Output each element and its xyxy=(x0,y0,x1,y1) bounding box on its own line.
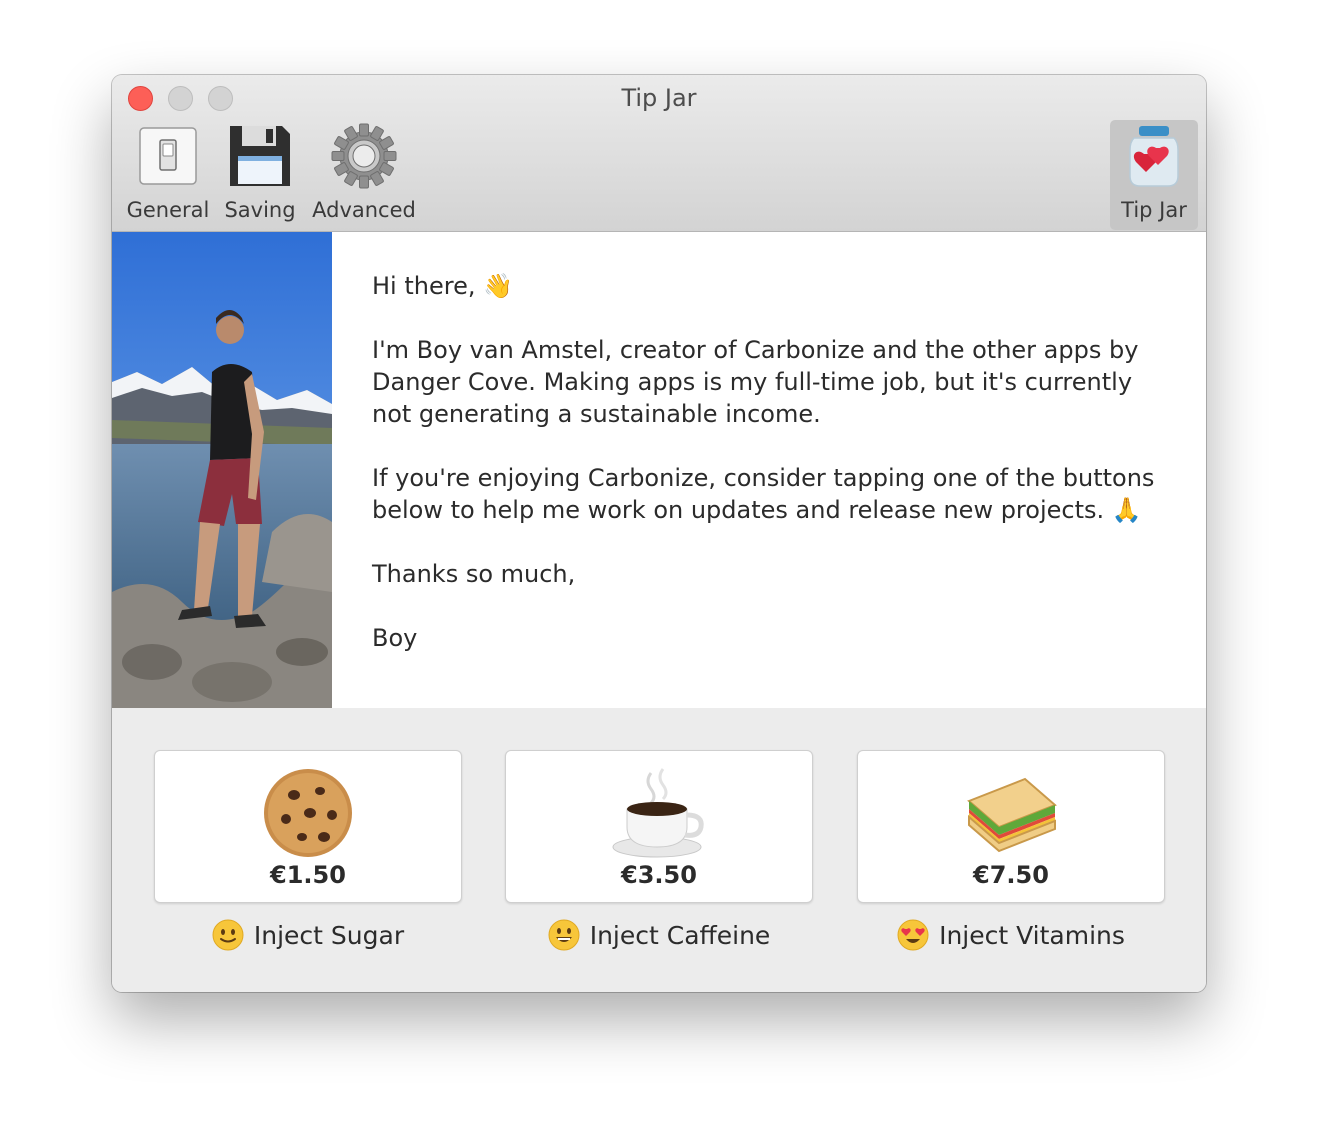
toolbar-item-general[interactable]: General xyxy=(126,120,210,230)
cookie-icon xyxy=(260,765,356,861)
tip-message: Hi there, 👋 I'm Boy van Amstel, creator … xyxy=(372,270,1172,686)
toolbar-item-tip-jar[interactable]: Tip Jar xyxy=(1110,120,1198,230)
tip-button-caffeine[interactable]: €3.50 xyxy=(505,750,813,903)
toolbar-item-label: Advanced xyxy=(312,198,416,222)
gear-icon xyxy=(328,120,400,192)
creator-photo xyxy=(112,232,332,708)
slight-smile-icon xyxy=(212,919,244,951)
toolbar-item-advanced[interactable]: Advanced xyxy=(310,120,418,230)
window-title: Tip Jar xyxy=(621,84,697,112)
toolbar-item-label: General xyxy=(126,198,210,222)
tip-option-sugar: €1.50 Inject Sugar xyxy=(154,750,462,951)
tip-price: €7.50 xyxy=(973,861,1049,889)
tip-caption: Inject Vitamins xyxy=(897,919,1125,951)
toolbar-item-saving[interactable]: Saving xyxy=(220,120,300,230)
tip-caption-label: Inject Caffeine xyxy=(589,920,771,950)
message-panel: Hi there, 👋 I'm Boy van Amstel, creator … xyxy=(112,232,1206,708)
sandwich-icon xyxy=(963,765,1059,861)
intro-paragraph: I'm Boy van Amstel, creator of Carbonize… xyxy=(372,336,1139,428)
titlebar: Tip Jar General Saving Advanced Tip Jar xyxy=(112,75,1206,232)
tip-button-sugar[interactable]: €1.50 xyxy=(154,750,462,903)
tip-button-vitamins[interactable]: €7.50 xyxy=(857,750,1165,903)
signature-text: Boy xyxy=(372,624,418,652)
tip-option-vitamins: €7.50 Inject Vitamins xyxy=(857,750,1165,951)
tip-jar-window: Tip Jar General Saving Advanced Tip Jar … xyxy=(112,75,1206,992)
tip-price: €3.50 xyxy=(621,861,697,889)
floppy-disk-icon xyxy=(224,120,296,192)
light-switch-icon xyxy=(132,120,204,192)
tip-jar-icon xyxy=(1118,120,1190,192)
toolbar-item-label: Saving xyxy=(224,198,296,222)
coffee-cup-icon xyxy=(611,765,707,861)
greeting-text: Hi there, 👋 xyxy=(372,272,513,300)
tip-caption-label: Inject Sugar xyxy=(253,920,405,950)
toolbar-item-label: Tip Jar xyxy=(1121,198,1187,222)
request-paragraph: If you're enjoying Carbonize, consider t… xyxy=(372,464,1155,524)
tip-caption-label: Inject Vitamins xyxy=(939,920,1125,950)
tip-caption: Inject Sugar xyxy=(212,919,404,951)
tip-option-caffeine: €3.50 Inject Caffeine xyxy=(505,750,813,951)
tip-price: €1.50 xyxy=(270,861,346,889)
closing-text: Thanks so much, xyxy=(372,560,576,588)
heart-eyes-icon xyxy=(897,919,929,951)
grin-icon xyxy=(548,919,580,951)
tip-options: €1.50 Inject Sugar €3.50 Inject Caffeine… xyxy=(112,708,1206,992)
tip-caption: Inject Caffeine xyxy=(548,919,771,951)
